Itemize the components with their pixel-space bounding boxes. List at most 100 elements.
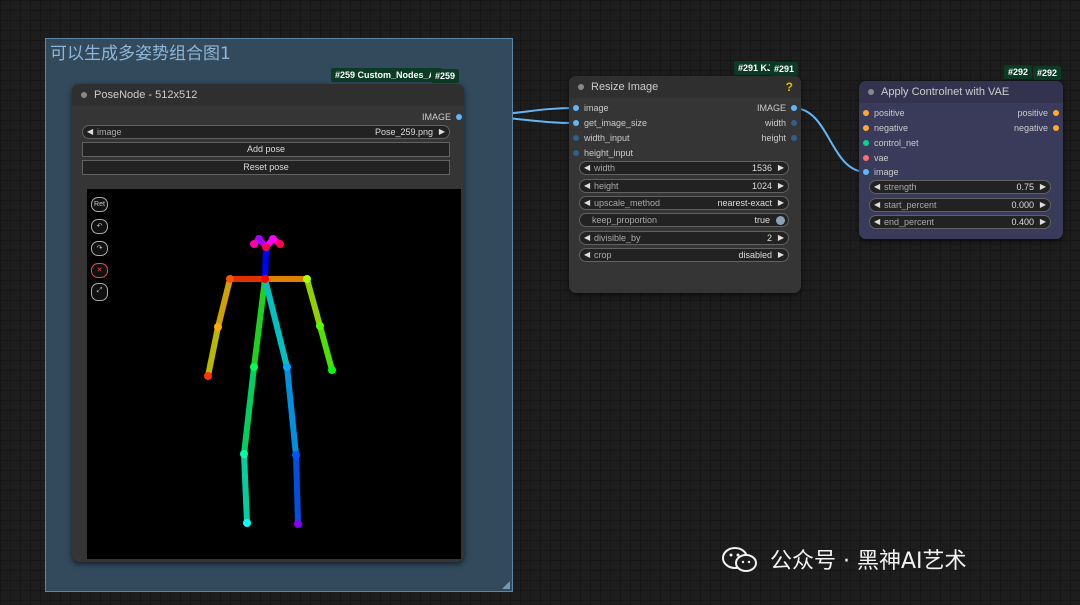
triangle-left-icon[interactable]: ◀ [584,181,590,190]
triangle-left-icon[interactable]: ◀ [874,217,880,226]
slot-label: vae [874,153,889,163]
triangle-left-icon[interactable]: ◀ [584,198,590,207]
pose-node-id-badge: #259 [431,69,460,83]
widget-label: keep_proportion [592,215,658,225]
input-dot-icon[interactable] [863,155,869,161]
triangle-right-icon[interactable]: ▶ [778,233,784,242]
pose-skeleton[interactable] [87,189,461,559]
output-dot-icon[interactable] [791,105,797,111]
output-dot-icon[interactable] [1053,110,1059,116]
group-resize-handle[interactable] [502,581,510,589]
resize-output-width[interactable]: width [764,117,797,129]
upscale-method-combo[interactable]: ◀ upscale_method nearest-exact ▶ [579,196,789,210]
widget-label: start_percent [884,200,937,210]
wechat-logo [722,547,757,572]
pose-editor-canvas[interactable]: Ret ↶ ↷ ✕ ⤢ [87,189,461,559]
add-pose-button[interactable]: Add pose [82,142,450,157]
slot-label: height [761,133,786,143]
resize-input-width[interactable]: width_input [573,132,630,144]
input-dot-icon[interactable] [863,110,869,116]
slot-label: IMAGE [756,103,786,113]
pose-node-header[interactable]: PoseNode - 512x512 [72,84,464,106]
triangle-left-icon[interactable]: ◀ [584,250,590,259]
resize-image-node[interactable]: Resize Image ? image get_image_size widt… [569,76,801,293]
input-dot-icon[interactable] [573,150,579,156]
watermark-text: 公众号 · 黑神AI艺术 [770,549,967,574]
apply-input-positive[interactable]: positive [863,107,905,119]
resize-input-get-image-size[interactable]: get_image_size [573,117,647,129]
triangle-right-icon[interactable]: ▶ [778,198,784,207]
output-dot-icon[interactable] [456,114,462,120]
widget-value: 0.75 [1016,182,1034,192]
keep-proportion-toggle[interactable]: keep_proportion true [579,213,789,227]
graph-canvas[interactable]: 可以生成多姿势组合图1 #259 Custom_Nodes_AI #259 Po… [0,0,1080,605]
resize-output-height[interactable]: height [761,132,797,144]
input-dot-icon[interactable] [863,169,869,175]
collapse-dot-icon[interactable] [81,92,87,98]
resize-node-header[interactable]: Resize Image ? [569,76,801,98]
slot-label: positive [1017,108,1048,118]
triangle-right-icon[interactable]: ▶ [778,250,784,259]
crop-combo[interactable]: ◀ crop disabled ▶ [579,248,789,262]
resize-input-height[interactable]: height_input [573,147,633,159]
input-dot-icon[interactable] [573,120,579,126]
resize-output-image[interactable]: IMAGE [756,102,797,114]
input-dot-icon[interactable] [863,140,869,146]
collapse-dot-icon[interactable] [578,84,584,90]
resize-input-image[interactable]: image [573,102,609,114]
output-dot-icon[interactable] [791,135,797,141]
triangle-right-icon[interactable]: ▶ [439,127,445,136]
triangle-right-icon[interactable]: ▶ [778,163,784,172]
pose-node-title: PoseNode - 512x512 [94,89,198,101]
triangle-left-icon[interactable]: ◀ [584,233,590,242]
slot-label: control_net [874,138,919,148]
question-mark-icon[interactable]: ? [786,76,793,98]
apply-input-control-net[interactable]: control_net [863,137,919,149]
apply-node-title: Apply Controlnet with VAE [881,86,1010,98]
output-dot-icon[interactable] [791,120,797,126]
group-title[interactable]: 可以生成多姿势组合图1 [50,39,231,64]
triangle-right-icon[interactable]: ▶ [1040,200,1046,209]
end-percent-widget[interactable]: ◀ end_percent 0.400 ▶ [869,215,1051,229]
apply-controlnet-node[interactable]: Apply Controlnet with VAE positive negat… [859,81,1063,239]
triangle-left-icon[interactable]: ◀ [874,200,880,209]
triangle-right-icon[interactable]: ▶ [1040,217,1046,226]
triangle-right-icon[interactable]: ▶ [1040,182,1046,191]
apply-node-header[interactable]: Apply Controlnet with VAE [859,81,1063,103]
start-percent-widget[interactable]: ◀ start_percent 0.000 ▶ [869,198,1051,212]
triangle-right-icon[interactable]: ▶ [778,181,784,190]
slot-label: width [764,118,786,128]
widget-label: strength [884,182,917,192]
height-widget[interactable]: ◀ height 1024 ▶ [579,179,789,193]
reset-pose-button[interactable]: Reset pose [82,160,450,175]
triangle-left-icon[interactable]: ◀ [87,127,93,136]
triangle-left-icon[interactable]: ◀ [874,182,880,191]
apply-input-image[interactable]: image [863,166,899,178]
widget-value: 1024 [751,181,772,191]
apply-output-negative[interactable]: negative [1014,122,1059,134]
input-dot-icon[interactable] [573,135,579,141]
collapse-dot-icon[interactable] [868,89,874,95]
triangle-left-icon[interactable]: ◀ [584,163,590,172]
slot-label: image [874,167,899,177]
input-dot-icon[interactable] [573,105,579,111]
widget-value: 2 [766,233,772,243]
output-dot-icon[interactable] [1053,125,1059,131]
apply-input-negative[interactable]: negative [863,122,908,134]
strength-widget[interactable]: ◀ strength 0.75 ▶ [869,180,1051,194]
widget-value: true [754,215,770,225]
apply-output-positive[interactable]: positive [1017,107,1059,119]
pose-node[interactable]: PoseNode - 512x512 IMAGE ◀ image Pose_25… [72,84,464,562]
widget-value: disabled [738,250,772,260]
divisible-by-widget[interactable]: ◀ divisible_by 2 ▶ [579,231,789,245]
apply-input-vae[interactable]: vae [863,152,889,164]
widget-label: height [594,181,619,191]
pose-output-label: IMAGE [421,112,451,122]
slot-label: image [584,103,609,113]
input-dot-icon[interactable] [863,125,869,131]
toggle-knob-icon[interactable] [776,216,785,225]
width-widget[interactable]: ◀ width 1536 ▶ [579,161,789,175]
widget-label: crop [594,250,612,260]
pose-output-image[interactable]: IMAGE [421,111,462,123]
pose-image-combo[interactable]: ◀ image Pose_259.png ▶ [82,125,450,139]
